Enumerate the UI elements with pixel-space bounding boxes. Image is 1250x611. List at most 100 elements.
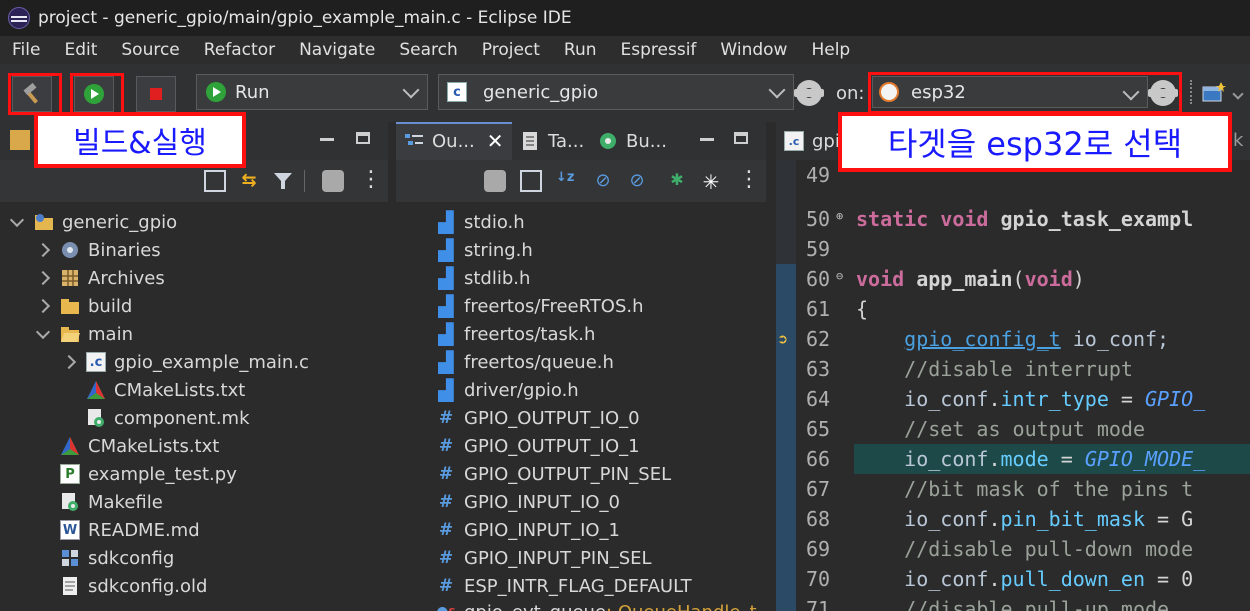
hide-nonpublic-icon[interactable]: ✱: [666, 170, 688, 192]
tree-item-gpio-example-main-c[interactable]: .c gpio_example_main.c: [61, 348, 309, 376]
menu-refactor[interactable]: Refactor: [192, 40, 287, 60]
tree-item-example-test-py[interactable]: P example_test.py: [60, 460, 237, 488]
tree-item-cmakelists-root[interactable]: CMakeLists.txt: [60, 432, 219, 460]
outline-include[interactable]: ▟ stdlib.h: [436, 264, 530, 292]
chevron-down-icon[interactable]: [35, 324, 51, 339]
fold-plus-icon[interactable]: ⊕: [836, 209, 843, 223]
collapse-all-icon[interactable]: [204, 170, 226, 192]
link-editor-icon[interactable]: ⇆: [238, 170, 260, 192]
menu-run[interactable]: Run: [552, 40, 609, 60]
tree-item-archives[interactable]: Archives: [35, 264, 165, 292]
toolbar-separator: [1190, 80, 1194, 104]
launch-config-select[interactable]: c generic_gpio: [438, 74, 794, 110]
menu-navigate[interactable]: Navigate: [287, 40, 387, 60]
text-file-icon: [63, 577, 77, 595]
chevron-down-icon[interactable]: [1232, 88, 1244, 100]
include-icon: ▟: [438, 266, 454, 290]
menu-edit[interactable]: Edit: [52, 40, 109, 60]
maximize-icon[interactable]: [734, 132, 748, 144]
menu-espressif[interactable]: Espressif: [609, 40, 709, 60]
launch-config-label: generic_gpio: [483, 81, 599, 103]
chevron-right-icon[interactable]: [35, 242, 51, 258]
stop-button[interactable]: [136, 76, 176, 112]
outline-include[interactable]: ▟ freertos/task.h: [436, 320, 595, 348]
fold-minus-icon[interactable]: ⊖: [836, 269, 843, 283]
chevron-right-icon[interactable]: [35, 298, 51, 314]
sort-icon[interactable]: ↓z: [556, 170, 578, 192]
hide-fields-icon[interactable]: ⊘: [592, 170, 614, 192]
outline-macro[interactable]: # GPIO_INPUT_IO_1: [436, 516, 620, 544]
minimize-icon[interactable]: [320, 138, 334, 141]
collapse-all-icon[interactable]: [520, 170, 542, 192]
chevron-down-icon[interactable]: [9, 212, 25, 227]
outline-include[interactable]: ▟ freertos/queue.h: [436, 348, 614, 376]
makefile-icon: [88, 409, 104, 427]
tree-item-cmakelists-main[interactable]: CMakeLists.txt: [86, 376, 245, 404]
hide-static-icon[interactable]: ⊘: [626, 170, 648, 192]
tree-item-build[interactable]: build: [35, 292, 132, 320]
macro-icon: #: [438, 492, 454, 512]
callout-build-run: 빌드&실행: [34, 112, 246, 168]
menu-file[interactable]: File: [0, 40, 52, 60]
outline-include[interactable]: ▟ freertos/FreeRTOS.h: [436, 292, 644, 320]
launch-mode-select[interactable]: Run: [196, 74, 428, 110]
tree-item-project[interactable]: generic_gpio: [9, 208, 177, 236]
outline-macro[interactable]: # GPIO_OUTPUT_PIN_SEL: [436, 460, 671, 488]
tree-item-readme[interactable]: W README.md: [60, 516, 200, 544]
tree-item-makefile[interactable]: Makefile: [60, 488, 163, 516]
variable-icon: ●S: [436, 602, 456, 611]
tree-item-main[interactable]: main: [35, 320, 133, 348]
minimize-icon[interactable]: [700, 138, 714, 141]
tree-item-binaries[interactable]: Binaries: [35, 236, 161, 264]
tab-tasks[interactable]: Ta...: [520, 122, 584, 160]
outline-include[interactable]: ▟ driver/gpio.h: [436, 376, 578, 404]
group-icon[interactable]: [484, 170, 506, 192]
outline-macro[interactable]: # ESP_INTR_FLAG_DEFAULT: [436, 572, 692, 600]
menu-project[interactable]: Project: [470, 40, 552, 60]
outline-include[interactable]: ▟ string.h: [436, 236, 533, 264]
window-title: project - generic_gpio/main/gpio_example…: [38, 8, 572, 28]
build-highlight: [8, 73, 62, 115]
menu-window[interactable]: Window: [708, 40, 799, 60]
outline-item-label: freertos/queue.h: [464, 351, 614, 373]
outline-icon: [405, 134, 423, 145]
outline-item-type: : QueueHandle_t: [606, 602, 756, 611]
tree-item-component-mk[interactable]: component.mk: [86, 404, 250, 432]
tree-item-sdkconfig-old[interactable]: sdkconfig.old: [60, 572, 207, 600]
menu-source[interactable]: Source: [109, 40, 191, 60]
callout-build-run-text: 빌드&실행: [73, 126, 207, 161]
menu-help[interactable]: Help: [799, 40, 862, 60]
chevron-right-icon[interactable]: [61, 354, 77, 370]
tree-item-label: main: [88, 323, 133, 345]
new-window-icon[interactable]: [1202, 82, 1226, 104]
tree-item-sdkconfig[interactable]: sdkconfig: [60, 544, 174, 572]
close-icon[interactable]: ✕: [487, 129, 504, 153]
tab-outline[interactable]: Ou... ✕: [404, 122, 504, 160]
outline-include[interactable]: ▟ stdio.h: [436, 208, 524, 236]
launch-config-gear-icon[interactable]: [794, 80, 824, 106]
view-menu-icon[interactable]: ⋮: [738, 169, 760, 192]
line-number: 50: [806, 207, 831, 231]
menu-search[interactable]: Search: [387, 40, 469, 60]
outline-item-label: GPIO_INPUT_IO_1: [464, 519, 621, 541]
c-file-icon: c: [447, 82, 467, 102]
outline-macro[interactable]: # GPIO_OUTPUT_IO_1: [436, 432, 640, 460]
code-editor[interactable]: .c gpi ok 49 50 ⊕ static void gpio_task_…: [776, 122, 1250, 611]
hide-macros-icon[interactable]: ✳: [700, 170, 722, 194]
cmake-icon: [87, 381, 105, 399]
editor-tab-gpio-example-main[interactable]: .c gpi: [784, 122, 840, 160]
maximize-icon[interactable]: [356, 132, 370, 144]
outline-variable[interactable]: ●S gpio_evt_queue : QueueHandle_t: [436, 598, 756, 611]
outline-macro[interactable]: # GPIO_INPUT_IO_0: [436, 488, 620, 516]
project-explorer-icon[interactable]: [10, 130, 30, 150]
tab-build-targets[interactable]: Bu...: [598, 122, 667, 160]
projects-icon[interactable]: [322, 170, 344, 192]
macro-icon: #: [438, 520, 454, 540]
quick-diff-arrow-icon: ➲: [778, 330, 788, 349]
outline-item-label: freertos/FreeRTOS.h: [464, 295, 644, 317]
outline-macro[interactable]: # GPIO_INPUT_PIN_SEL: [436, 544, 652, 572]
view-menu-icon[interactable]: ⋮: [360, 169, 382, 192]
filter-icon[interactable]: [272, 170, 294, 192]
chevron-right-icon[interactable]: [35, 270, 51, 286]
outline-macro[interactable]: # GPIO_OUTPUT_IO_0: [436, 404, 640, 432]
